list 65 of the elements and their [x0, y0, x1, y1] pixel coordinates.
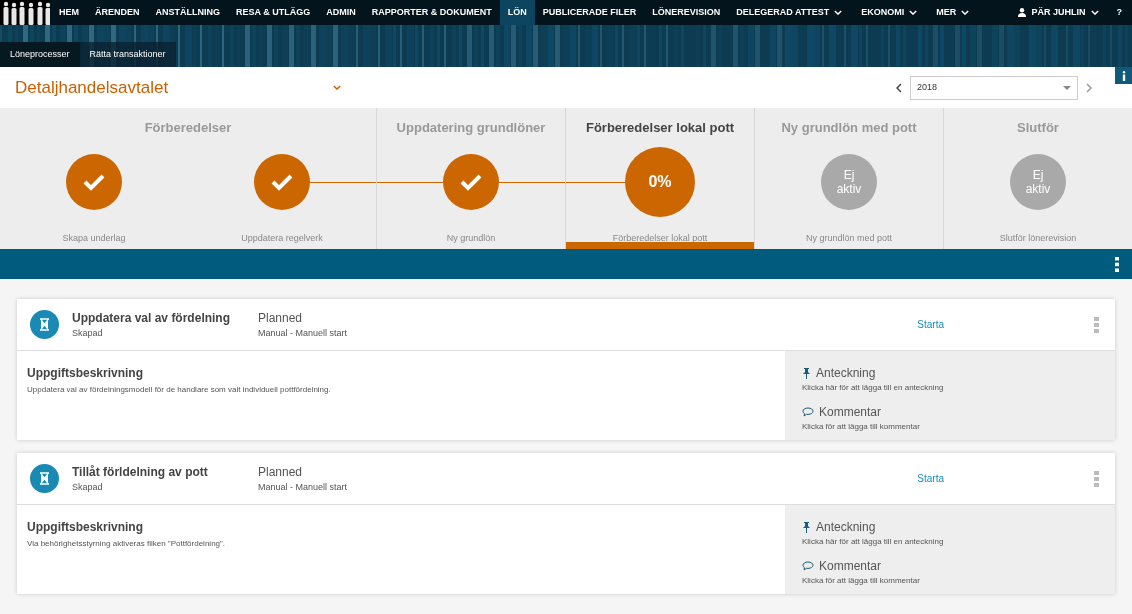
start-link[interactable]: Starta [917, 471, 944, 486]
nav-tab[interactable]: ÄRENDEN [87, 0, 148, 25]
chevron-icon [1090, 10, 1099, 15]
task-state: Skapad [72, 326, 104, 340]
user-menu[interactable]: PÄR JUHLIN [1010, 0, 1107, 25]
nav-tab[interactable]: RAPPORTER & DOKUMENT [363, 0, 500, 25]
sub-tab[interactable]: Rätta transaktioner [79, 42, 176, 67]
start-mode: Manual - Manuell start [258, 326, 348, 340]
help-button[interactable]: ? [1106, 0, 1132, 25]
info-icon[interactable] [1115, 67, 1132, 84]
nav-tab[interactable]: ADMIN [318, 0, 364, 25]
comment-hint: Klicka för att lägga till kommentar [802, 575, 921, 587]
user-icon [1018, 8, 1027, 17]
description-title: Uppgiftsbeskrivning [27, 519, 144, 536]
note-link[interactable]: Anteckning [816, 364, 876, 382]
check-icon [83, 172, 105, 191]
speech-bubble-icon [802, 407, 814, 417]
pin-icon [802, 367, 811, 379]
nav-tab[interactable]: LÖNEREVISION [644, 0, 729, 25]
nav-tab[interactable]: EKONOMI [853, 0, 926, 25]
speech-bubble-icon [802, 561, 814, 571]
caret-icon [1063, 85, 1071, 90]
next-icon[interactable] [1086, 82, 1092, 93]
pin-icon [802, 521, 811, 533]
comment-link[interactable]: Kommentar [819, 557, 882, 575]
start-link[interactable]: Starta [917, 317, 944, 332]
phase-title[interactable]: Förberedelser lokal pott [566, 118, 754, 138]
step-label: Skapa underlag [62, 231, 126, 245]
sub-tab[interactable]: Löneprocesser [0, 42, 80, 67]
agreement-dropdown[interactable]: Detaljhandelsavtalet [15, 74, 341, 101]
step-label: Ny grundlön [446, 231, 496, 245]
task-status: Planned [258, 463, 304, 481]
note-hint: Klicka här för att lägga till en anteckning [802, 536, 945, 548]
step-label: Slutför lönerevision [999, 231, 1077, 245]
description-text: Uppdatera val av fördelningsmodell för de handlare som valt individuell pottfördelning. [27, 384, 332, 396]
description-text: Via behörighetsstyrning aktiveras fliken "Pottfördelning". [27, 538, 227, 550]
description-title: Uppgiftsbeskrivning [27, 365, 144, 382]
task-status: Planned [258, 309, 304, 327]
note-hint: Klicka här för att lägga till en anteckning [802, 382, 945, 394]
comment-hint: Klicka för att lägga till kommentar [802, 421, 921, 433]
chevron-icon [333, 85, 341, 90]
step-label: Uppdatera regelverk [241, 231, 323, 245]
check-icon [271, 172, 293, 191]
task-title: Uppdatera val av fördelning [72, 309, 232, 327]
step-label: Ny grundlön med pott [805, 231, 893, 245]
nav-tab[interactable]: HEM [51, 0, 87, 25]
nav-tab[interactable]: PUBLICERADE FILER [534, 0, 645, 25]
nav-tab[interactable]: LÖN [499, 0, 535, 25]
step-label: Förberedelser lokal pott [612, 231, 708, 245]
comment-link[interactable]: Kommentar [819, 403, 882, 421]
logo-drawing [0, 0, 50, 25]
kebab-icon[interactable] [1115, 256, 1119, 272]
nav-tab[interactable]: DELEGERAD ATTEST [728, 0, 851, 25]
previous-icon[interactable] [896, 82, 902, 93]
hourglass-icon [30, 464, 59, 493]
hourglass-icon [30, 310, 59, 339]
task-state: Skapad [72, 480, 104, 494]
nav-tab[interactable]: RESA & UTLÄGG [228, 0, 319, 25]
nav-tab[interactable]: ANSTÄLLNING [147, 0, 228, 25]
nav-tab[interactable]: MER [928, 0, 978, 25]
task-title: Tillåt förldelning av pott [72, 463, 209, 481]
check-icon [460, 172, 482, 191]
year-select[interactable]: 2018 [910, 75, 1078, 100]
note-link[interactable]: Anteckning [816, 518, 876, 536]
start-mode: Manual - Manuell start [258, 480, 348, 494]
